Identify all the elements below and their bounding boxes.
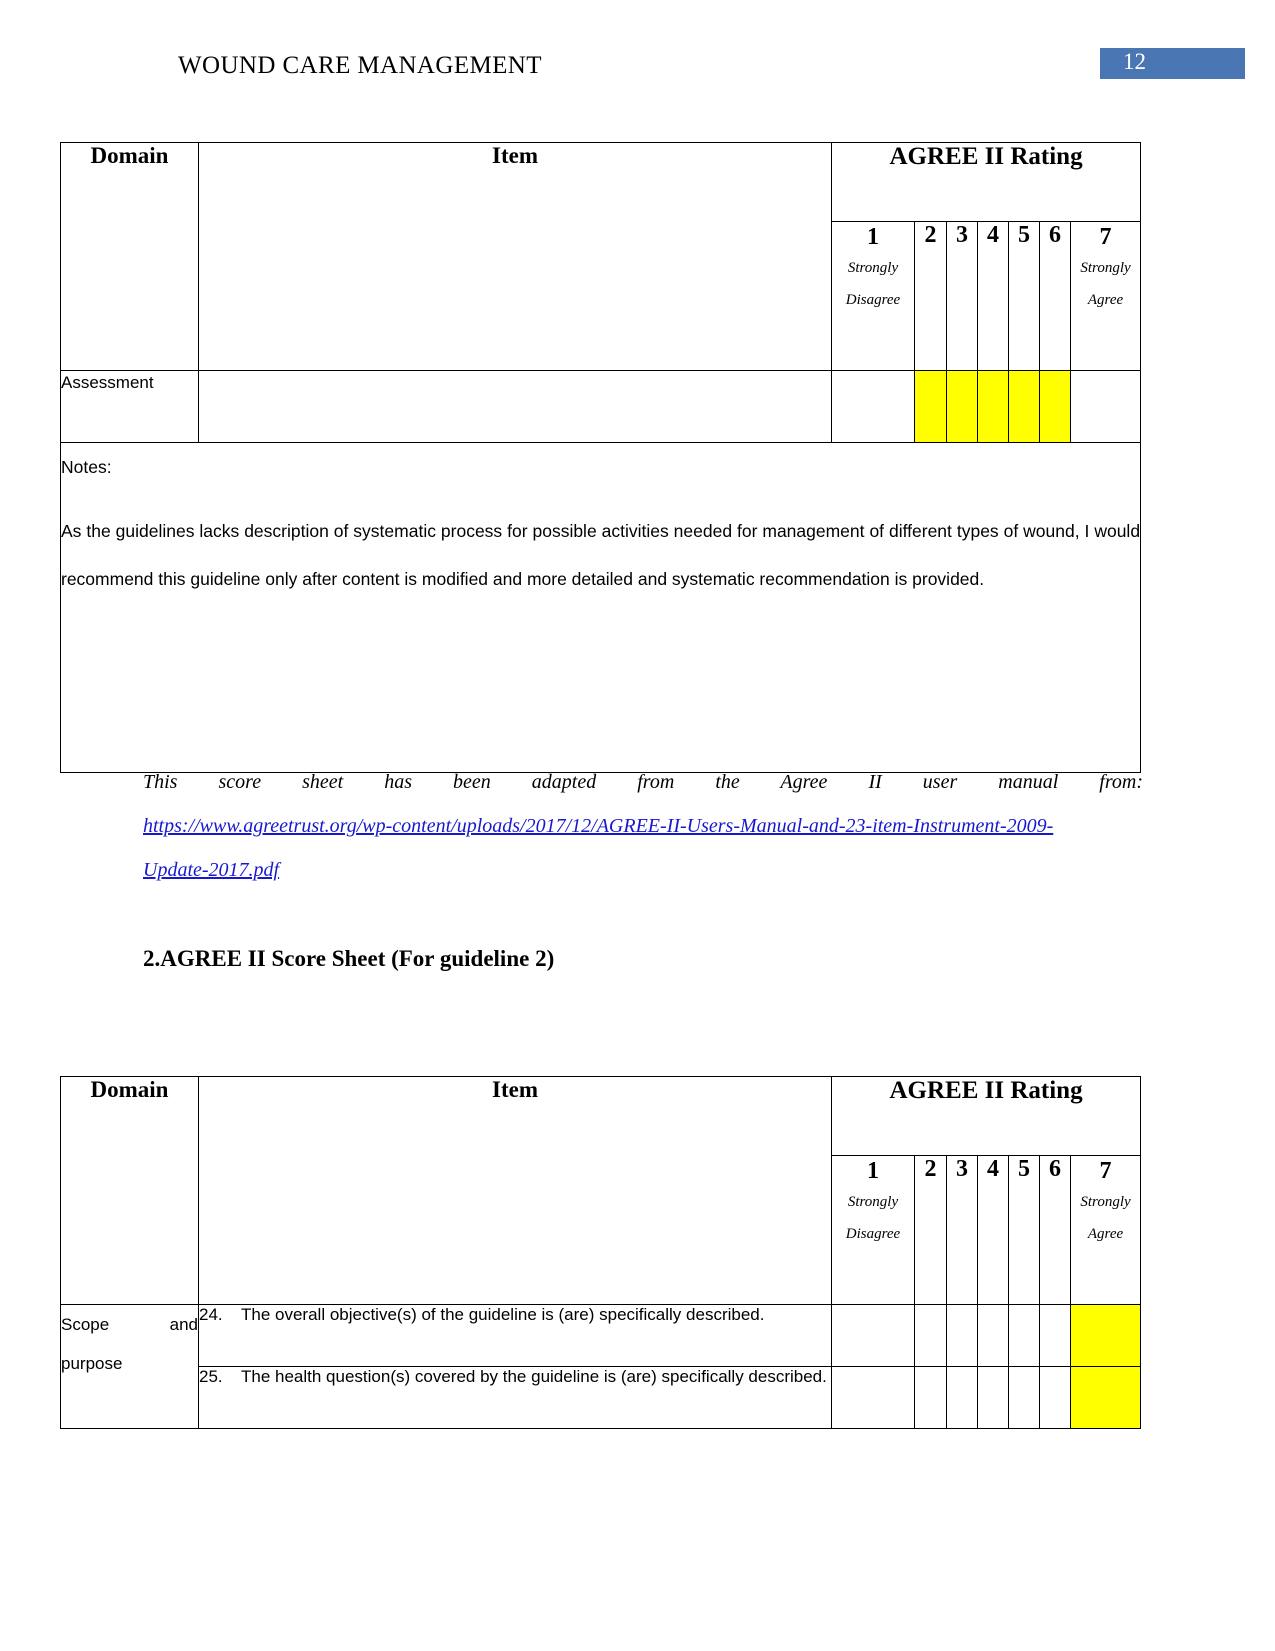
domain-word-and: and [169, 1315, 198, 1334]
domain-word-purpose: purpose [61, 1354, 123, 1374]
row-item-assessment [198, 370, 832, 443]
header2-cell-item: Item [198, 1076, 832, 1305]
source-sentence: This score sheet has been adapted from t… [143, 771, 1143, 793]
header-scale-6: 6 [1039, 221, 1071, 371]
header-cell-agree-rating: AGREE II Rating [830, 142, 1142, 222]
score-table-guideline-2: Domain Item AGREE II Rating 1 Strongly D… [60, 1076, 1142, 1429]
table-row: 25. The health question(s) covered by th… [61, 1366, 1142, 1429]
header-scale-2: 2 [914, 221, 947, 371]
header2-scale-7: 7 Strongly Agree [1069, 1155, 1142, 1305]
header-scale-5: 5 [1008, 221, 1040, 371]
table2-header-row-top: Domain Item AGREE II Rating [60, 1076, 1142, 1305]
item-text-24: The overall objective(s) of the guidelin… [241, 1305, 765, 1324]
header2-scale-5: 5 [1008, 1155, 1040, 1305]
header2-scale-4: 4 [977, 1155, 1009, 1305]
scale-number-7: 7 [1099, 224, 1112, 250]
rating-cell-5[interactable] [1008, 370, 1040, 443]
row-item-24: 24. The overall objective(s) of the guid… [198, 1304, 832, 1367]
notes-cell: Notes: As the guidelines lacks descripti… [59, 442, 1142, 773]
row-domain-scope-and-purpose: Scope and purpose [60, 1304, 199, 1429]
scale2-number-7: 7 [1099, 1158, 1112, 1184]
rating25-cell-4[interactable] [977, 1366, 1009, 1429]
rating-cell-3[interactable] [946, 370, 978, 443]
item-number-24: 24. [199, 1305, 223, 1324]
rating25-cell-1[interactable] [831, 1366, 915, 1429]
scale2-label-strongly: Strongly [847, 1194, 899, 1210]
section-heading-2: 2.AGREE II Score Sheet (For guideline 2) [143, 946, 555, 971]
row-domain-assessment: Assessment [60, 370, 199, 443]
scale-label-agree: Agree [1087, 292, 1124, 309]
rating25-cell-5[interactable] [1008, 1366, 1040, 1429]
table-row: Scope and purpose 24. The overall object… [60, 1304, 1142, 1429]
rating25-cell-6[interactable] [1039, 1366, 1071, 1429]
domain-word-scope: Scope [61, 1315, 110, 1334]
score-table-guideline-1: Domain Item AGREE II Rating 1 Strongly D… [59, 142, 1142, 773]
row-item-25: 25. The health question(s) covered by th… [198, 1366, 832, 1429]
header2-scale-6: 6 [1039, 1155, 1071, 1305]
header2-cell-domain: Domain [60, 1076, 199, 1305]
rating25-cell-2[interactable] [914, 1366, 947, 1429]
page-number-text: 12 [1123, 49, 1146, 74]
rating24-cell-2[interactable] [914, 1304, 947, 1367]
scale2-label-disagree: Disagree [845, 1226, 901, 1243]
source-url-line-2[interactable]: Update-2017.pdf [143, 848, 1143, 892]
scale-label-disagree: Disagree [845, 292, 901, 309]
notes-row: Notes: As the guidelines lacks descripti… [59, 442, 1142, 773]
header2-scale-2: 2 [914, 1155, 947, 1305]
item-text-25: The health question(s) covered by the gu… [241, 1367, 827, 1386]
rating25-cell-7[interactable] [1069, 1366, 1142, 1429]
header2-scale-1: 1 Strongly Disagree [831, 1155, 915, 1305]
header-cell-domain: Domain [60, 142, 199, 371]
rating-cell-7[interactable] [1069, 370, 1142, 443]
scale2-label-agree: Agree [1087, 1226, 1124, 1243]
source-url-line-1[interactable]: https://www.agreetrust.org/wp-content/up… [143, 804, 1143, 848]
header-scale-7: 7 Strongly Agree [1069, 221, 1142, 371]
rating24-cell-6[interactable] [1039, 1304, 1071, 1367]
scale-number-1: 1 [867, 224, 879, 250]
rating24-cell-7[interactable] [1069, 1304, 1142, 1367]
header2-cell-agree-rating: AGREE II Rating [830, 1076, 1142, 1156]
header-scale-1: 1 Strongly Disagree [831, 221, 915, 371]
rating24-cell-5[interactable] [1008, 1304, 1040, 1367]
rating-cell-1[interactable] [831, 370, 915, 443]
header-scale-4: 4 [977, 221, 1009, 371]
item-number-25: 25. [199, 1367, 223, 1386]
page-number-badge: 12 [1100, 48, 1245, 79]
notes-text: As the guidelines lacks description of s… [61, 521, 1141, 590]
scale-label-strongly: Strongly [847, 260, 899, 276]
header2-scale-3: 3 [946, 1155, 978, 1305]
table-row: Assessment [60, 370, 1142, 443]
document-header: WOUND CARE MANAGEMENT 12 [0, 48, 1275, 86]
rating-cell-6[interactable] [1039, 370, 1071, 443]
rating24-cell-1[interactable] [831, 1304, 915, 1367]
document-page: WOUND CARE MANAGEMENT 12 Domain Item AGR… [0, 0, 1275, 1651]
scale-label-strongly-agree-1: Strongly [1080, 260, 1131, 276]
scale2-label-strongly-agree-1: Strongly [1080, 1194, 1131, 1210]
rating25-cell-3[interactable] [946, 1366, 978, 1429]
header-cell-item: Item [198, 142, 832, 371]
header-title: WOUND CARE MANAGEMENT [178, 52, 542, 79]
rating-cell-4[interactable] [977, 370, 1009, 443]
rating24-cell-4[interactable] [977, 1304, 1009, 1367]
source-attribution: This score sheet has been adapted from t… [143, 760, 1143, 892]
notes-label: Notes: [61, 457, 112, 477]
scale2-number-1: 1 [867, 1158, 879, 1184]
rating-cell-2[interactable] [914, 370, 947, 443]
header-scale-3: 3 [946, 221, 978, 371]
rating24-cell-3[interactable] [946, 1304, 978, 1367]
table-header-row-top: Domain Item AGREE II Rating [60, 142, 1142, 371]
